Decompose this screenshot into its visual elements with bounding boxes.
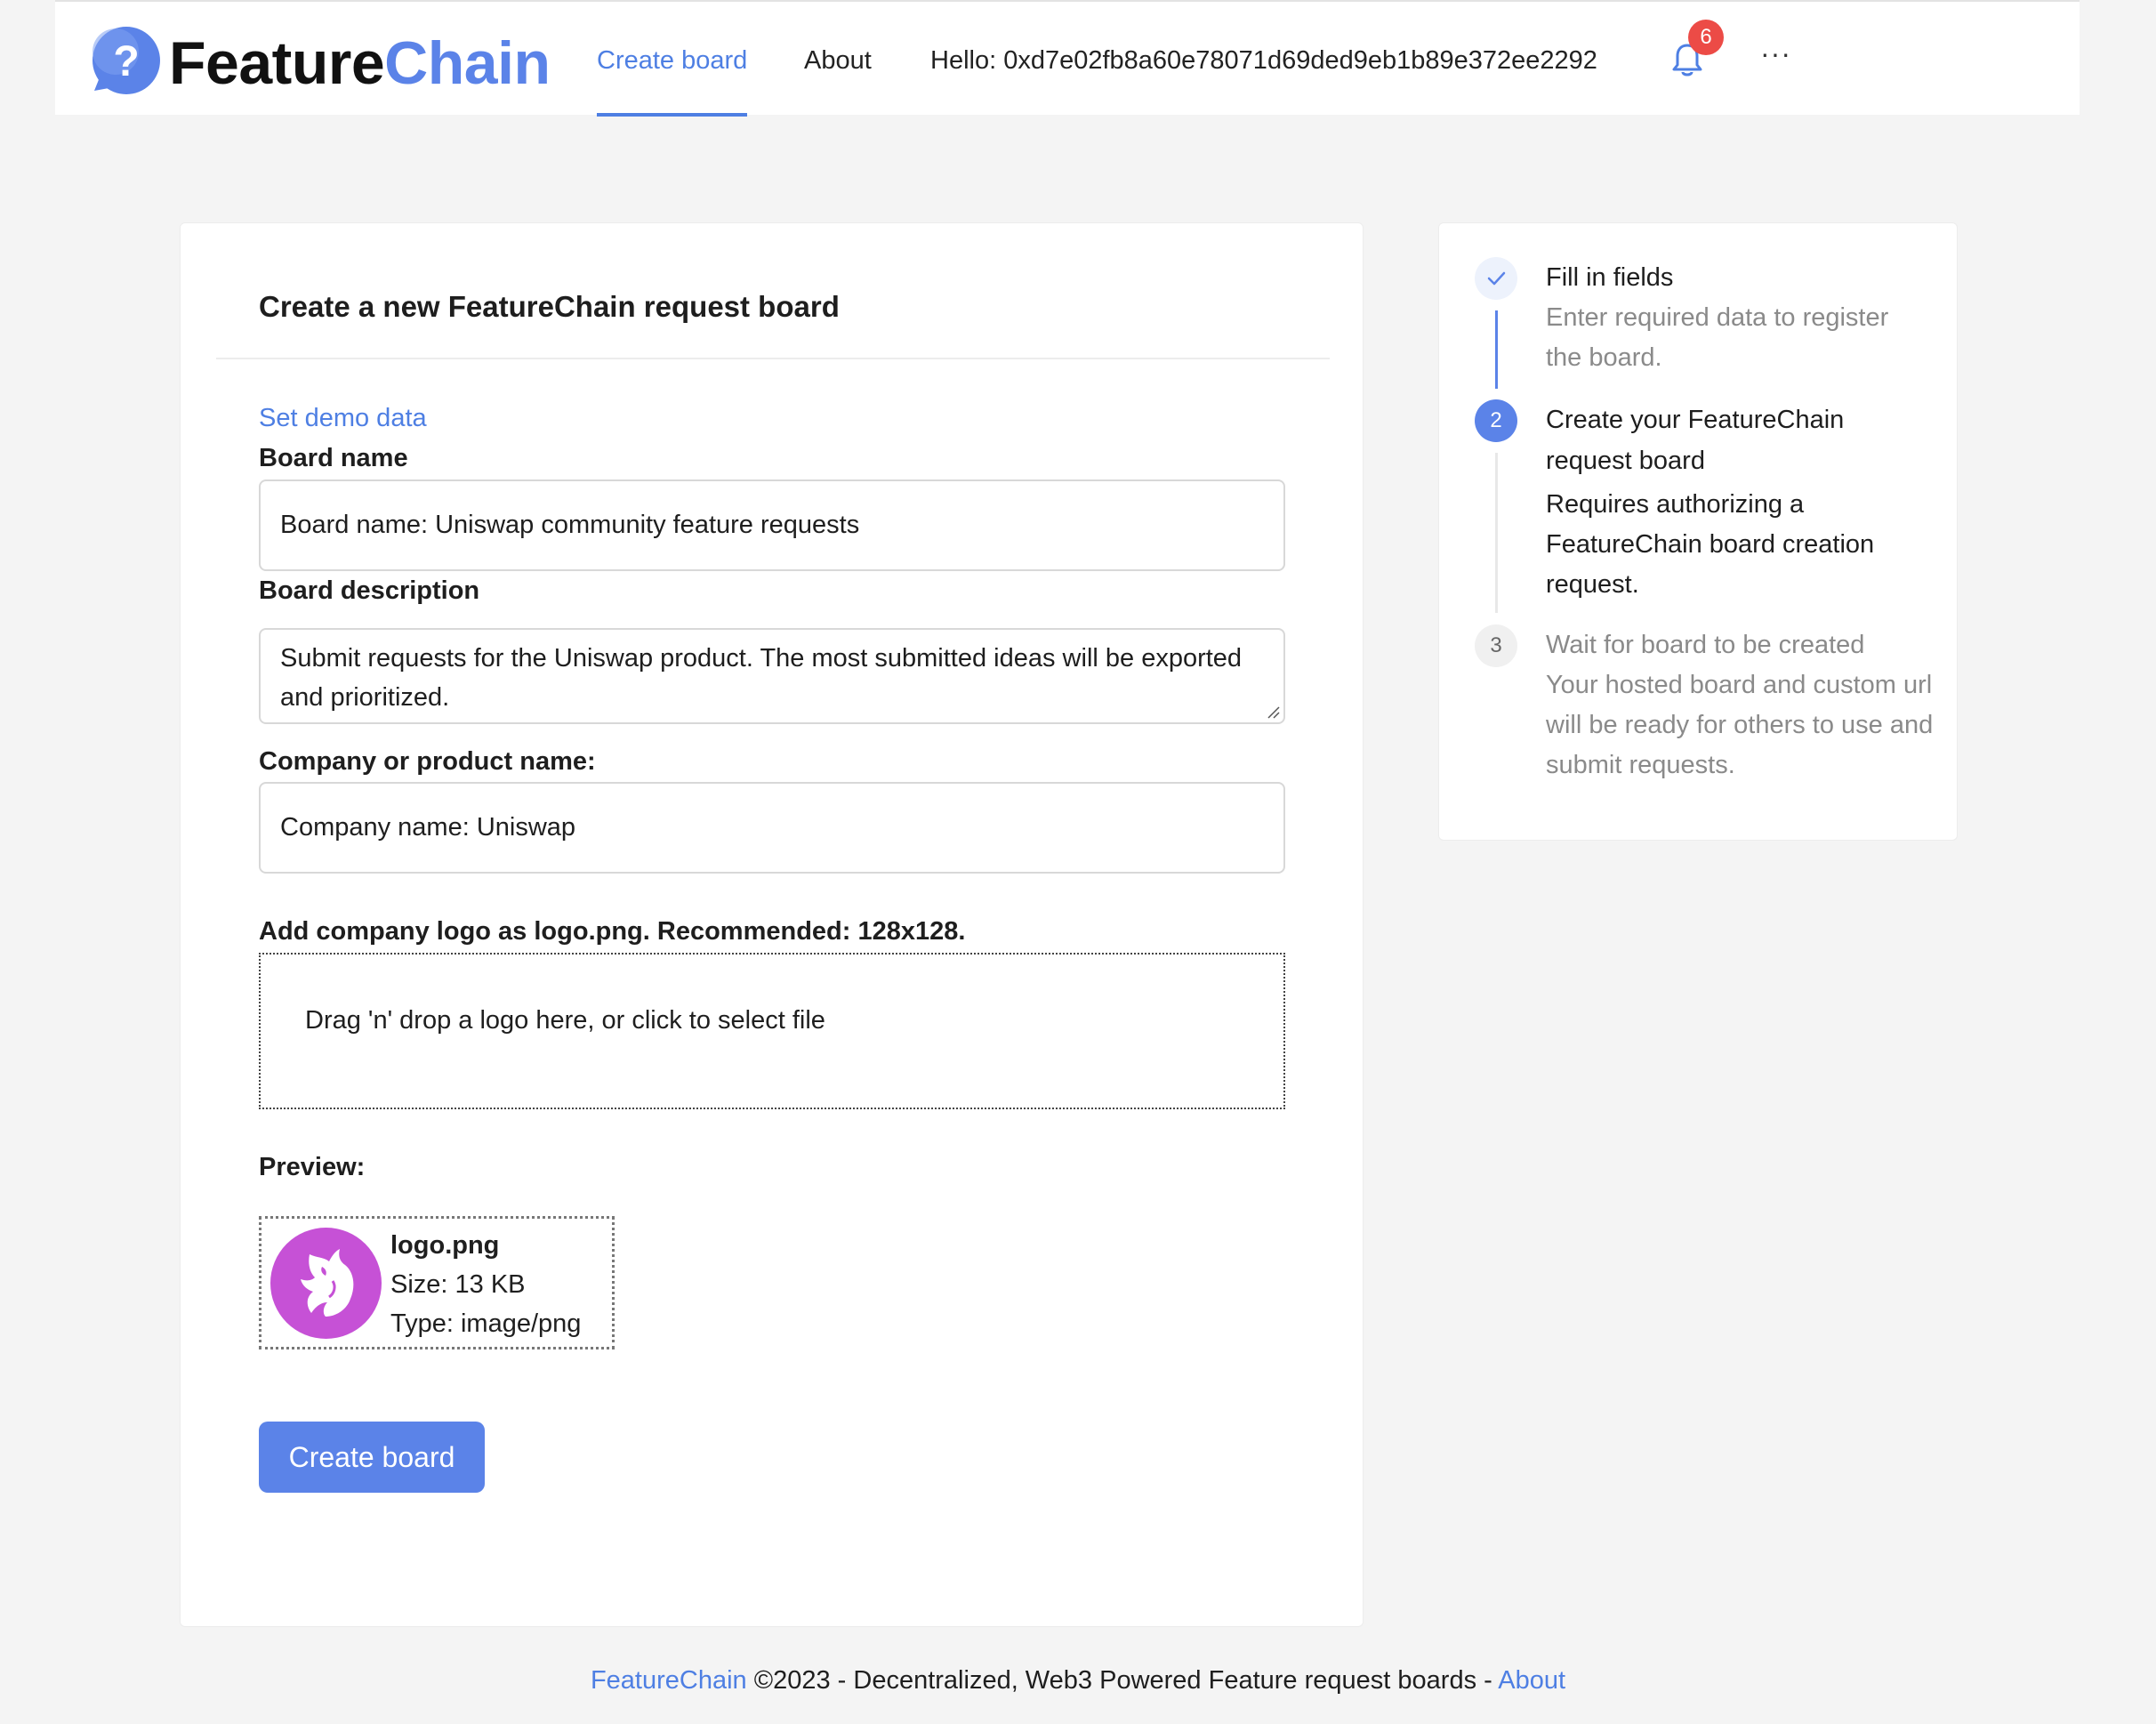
preview-file-type: Type: image/png xyxy=(390,1309,582,1338)
logo-upload-label: Add company logo as logo.png. Recommende… xyxy=(259,917,966,946)
nav-active-indicator xyxy=(597,113,747,117)
more-menu-button[interactable]: ··· xyxy=(1760,37,1791,70)
step-3-title: Wait for board to be created xyxy=(1546,631,1865,659)
board-name-input[interactable]: Board name: Uniswap community feature re… xyxy=(259,479,1285,571)
question-bubble-icon: ? xyxy=(93,27,160,94)
brand-logo[interactable]: ? FeatureChain xyxy=(85,25,551,101)
step-3-indicator: 3 xyxy=(1475,624,1517,667)
nav-create-board[interactable]: Create board xyxy=(597,43,747,78)
create-board-button[interactable]: Create board xyxy=(259,1422,485,1493)
create-board-card: Create a new FeatureChain request board … xyxy=(180,222,1364,1627)
step-3-description: Your hosted board and custom url will be… xyxy=(1546,671,1934,779)
step-1-description: Enter required data to register the boar… xyxy=(1546,303,1889,372)
step-connector xyxy=(1495,310,1498,389)
dropzone-text: Drag 'n' drop a logo here, or click to s… xyxy=(305,1006,825,1035)
check-icon xyxy=(1487,271,1506,286)
board-description-textarea[interactable]: Submit requests for the Uniswap product.… xyxy=(259,628,1285,724)
unicorn-logo-icon xyxy=(270,1228,382,1339)
board-description-label: Board description xyxy=(259,576,480,605)
board-name-label: Board name xyxy=(259,444,408,472)
brand-name-part2: Chain xyxy=(384,29,551,97)
notification-count-badge: 6 xyxy=(1688,20,1724,55)
set-demo-data-link[interactable]: Set demo data xyxy=(259,404,427,433)
company-name-input[interactable]: Company name: Uniswap xyxy=(259,782,1285,874)
top-navbar: ? FeatureChain Create board About Hello:… xyxy=(55,0,2080,117)
steps-panel: Fill in fields Enter required data to re… xyxy=(1438,222,1958,841)
resize-handle-icon[interactable] xyxy=(1266,705,1280,719)
company-name-label: Company or product name: xyxy=(259,747,596,776)
page-footer: FeatureChain ©2023 - Decentralized, Web3… xyxy=(0,1666,2156,1696)
step-2-indicator: 2 xyxy=(1475,399,1517,442)
step-1-indicator xyxy=(1475,257,1517,300)
logo-preview: logo.png Size: 13 KB Type: image/png xyxy=(259,1216,615,1349)
preview-file-name: logo.png xyxy=(390,1231,500,1260)
form-title: Create a new FeatureChain request board xyxy=(259,290,840,323)
board-description-value: Submit requests for the Uniswap product.… xyxy=(280,644,1243,712)
footer-about-link[interactable]: About xyxy=(1498,1666,1565,1695)
step-connector xyxy=(1495,453,1498,613)
step-1-title: Fill in fields xyxy=(1546,263,1674,292)
brand-name-part1: Feature xyxy=(169,29,385,97)
footer-brand-link[interactable]: FeatureChain xyxy=(591,1666,747,1695)
step-2-title: Create your FeatureChain request board xyxy=(1546,406,1845,475)
logo-dropzone[interactable]: Drag 'n' drop a logo here, or click to s… xyxy=(259,953,1285,1109)
preview-file-size: Size: 13 KB xyxy=(390,1270,526,1299)
svg-text:?: ? xyxy=(113,38,139,85)
step-2-description: Requires authorizing a FeatureChain boar… xyxy=(1546,490,1875,599)
nav-about[interactable]: About xyxy=(804,43,872,78)
footer-text: ©2023 - Decentralized, Web3 Powered Feat… xyxy=(746,1666,1499,1695)
brand-name: FeatureChain xyxy=(169,33,551,93)
preview-label: Preview: xyxy=(259,1153,366,1181)
title-divider xyxy=(216,358,1330,359)
wallet-greeting[interactable]: Hello: 0xd7e02fb8a60e78071d69ded9eb1b89e… xyxy=(930,43,1597,78)
